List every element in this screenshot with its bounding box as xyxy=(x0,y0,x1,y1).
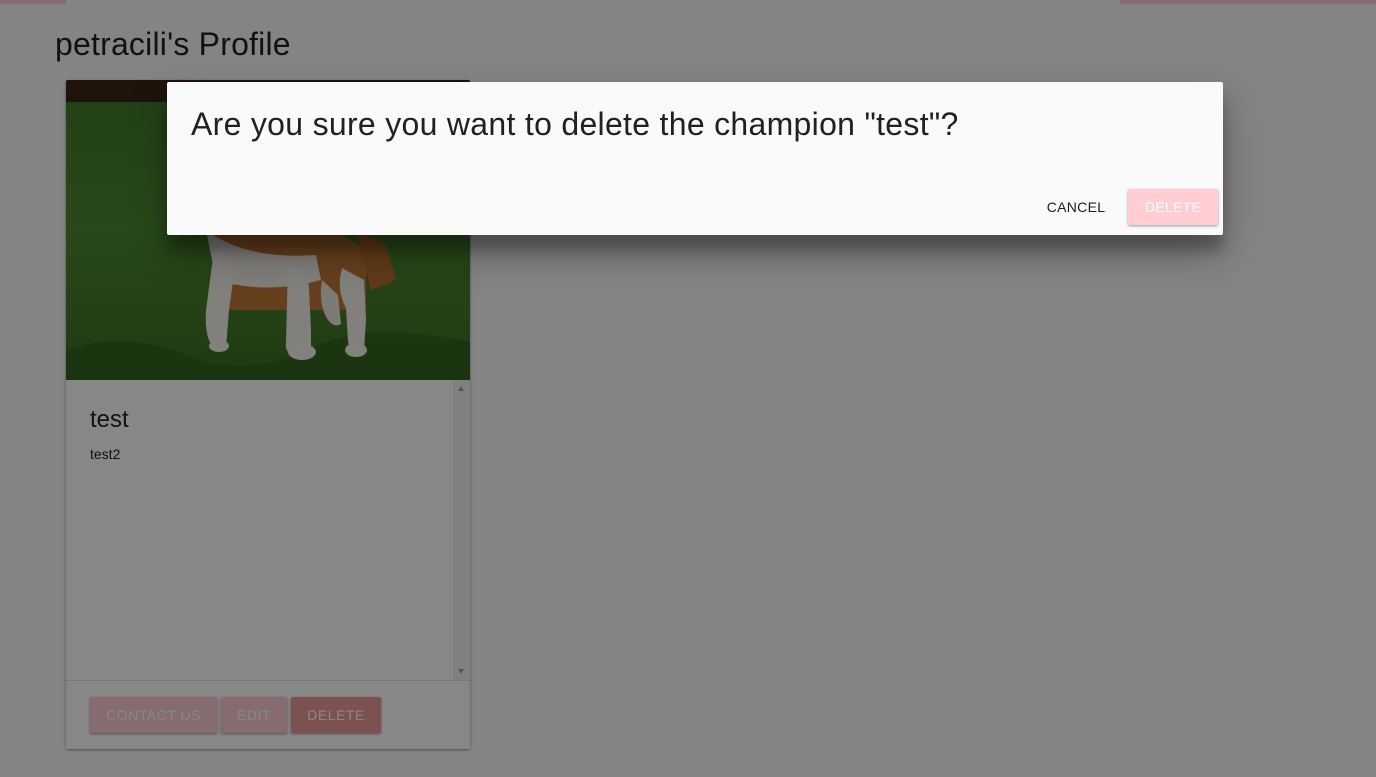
delete-confirm-dialog: Are you sure you want to delete the cham… xyxy=(167,82,1223,235)
dialog-title: Are you sure you want to delete the cham… xyxy=(191,106,959,142)
confirm-delete-button[interactable]: DELETE xyxy=(1128,189,1218,225)
cancel-button[interactable]: CANCEL xyxy=(1036,189,1116,225)
